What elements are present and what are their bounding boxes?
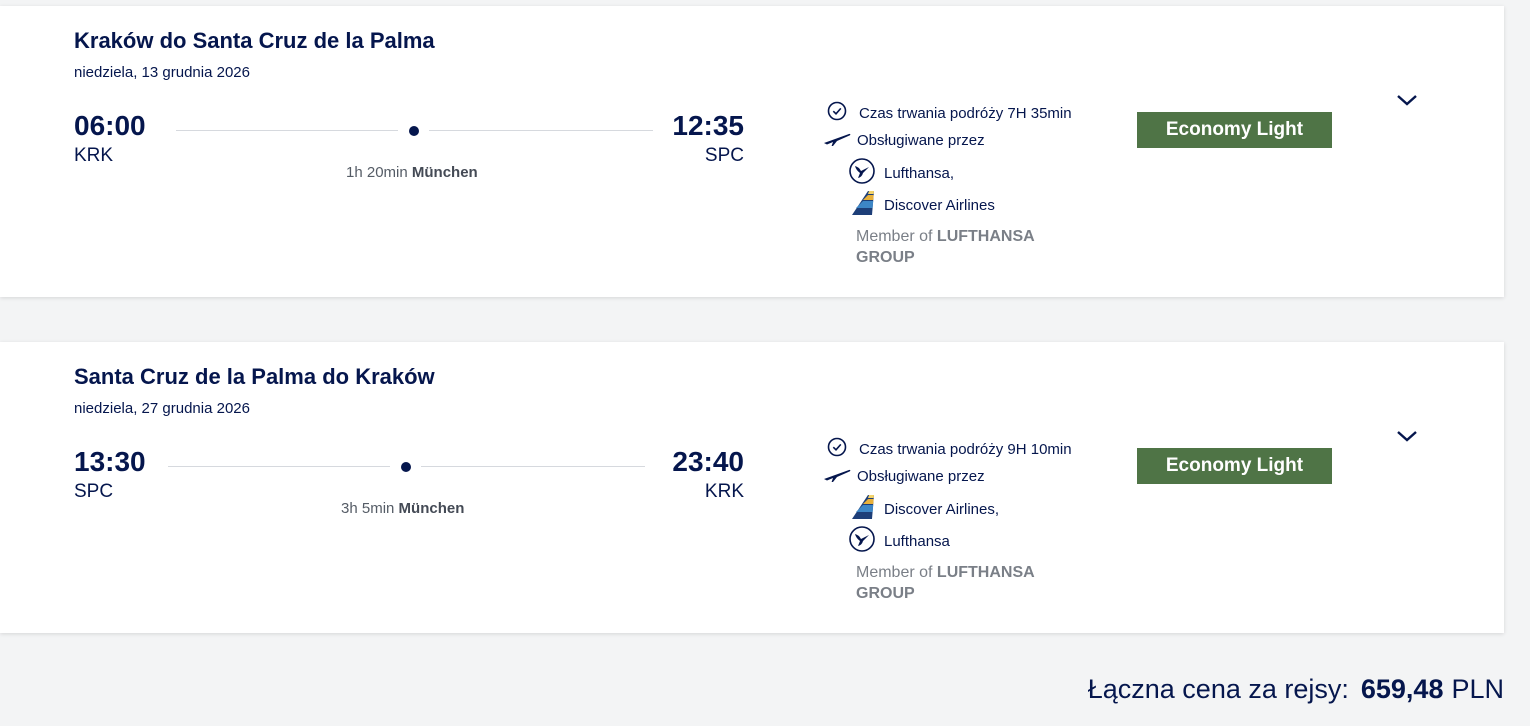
chevron-down-icon xyxy=(1397,431,1417,442)
airline-name: Discover Airlines xyxy=(884,196,995,214)
lufthansa-crane-logo xyxy=(848,525,876,557)
departure-airport-code: KRK xyxy=(74,145,114,166)
duration-row: Czas trwania podróży 7H 35min xyxy=(826,100,1072,126)
stopover-info: 3h 5min München xyxy=(341,500,464,517)
airline-name: Lufthansa xyxy=(884,532,950,550)
operated-by-label: Obsługiwane przez xyxy=(857,131,985,149)
duration-text: Czas trwania podróży 7H 35min xyxy=(859,104,1072,122)
route-line xyxy=(429,130,653,131)
flight-card-return: Santa Cruz de la Palma do Kraków niedzie… xyxy=(0,342,1504,633)
route-title: Santa Cruz de la Palma do Kraków xyxy=(74,364,435,389)
stopover-duration: 3h 5min xyxy=(341,500,395,517)
alliance-member: Member of LUFTHANSA GROUP xyxy=(856,226,1056,268)
route-title: Kraków do Santa Cruz de la Palma xyxy=(74,28,435,53)
arrival-time: 23:40 xyxy=(672,446,744,477)
stopover-dot xyxy=(409,126,419,136)
expand-button[interactable] xyxy=(1396,428,1418,444)
stopover-info: 1h 20min München xyxy=(346,164,478,181)
clock-check-icon xyxy=(826,100,848,126)
flight-card-outbound: Kraków do Santa Cruz de la Palma niedzie… xyxy=(0,6,1504,297)
departure-time: 13:30 xyxy=(74,446,146,477)
stopover-dot xyxy=(401,462,411,472)
route-date: niedziela, 27 grudnia 2026 xyxy=(74,400,250,417)
route-date: niedziela, 13 grudnia 2026 xyxy=(74,64,250,81)
airline-name: Discover Airlines, xyxy=(884,500,1000,518)
arrival-airport-code: KRK xyxy=(704,481,744,502)
discover-airlines-tail-logo xyxy=(848,493,876,525)
chevron-down-icon xyxy=(1397,95,1417,106)
airplane-icon xyxy=(823,465,851,487)
member-prefix: Member of xyxy=(856,228,933,245)
airline-name: Lufthansa, xyxy=(884,164,955,182)
duration-text: Czas trwania podróży 9H 10min xyxy=(859,440,1072,458)
operated-by-row: Obsługiwane przez xyxy=(823,129,985,151)
airline-item: Discover Airlines xyxy=(848,189,995,221)
airline-item: Discover Airlines, xyxy=(848,493,999,525)
route-line xyxy=(176,130,398,131)
alliance-member: Member of LUFTHANSA GROUP xyxy=(856,562,1056,604)
route-line xyxy=(168,466,390,467)
arrival-airport-code: SPC xyxy=(704,145,744,166)
stopover-city: München xyxy=(398,500,465,517)
airline-item: Lufthansa xyxy=(848,525,950,557)
fare-badge[interactable]: Economy Light xyxy=(1137,112,1332,148)
total-price: Łączna cena za rejsy: 659,48 PLN xyxy=(1088,674,1504,705)
departure-airport-code: SPC xyxy=(74,481,114,502)
lufthansa-crane-logo xyxy=(848,157,876,189)
clock-check-icon xyxy=(826,436,848,462)
operated-by-label: Obsługiwane przez xyxy=(857,467,985,485)
total-price-currency: PLN xyxy=(1451,674,1504,704)
airplane-icon xyxy=(823,129,851,151)
stopover-duration: 1h 20min xyxy=(346,164,408,181)
member-prefix: Member of xyxy=(856,564,933,581)
duration-row: Czas trwania podróży 9H 10min xyxy=(826,436,1072,462)
expand-button[interactable] xyxy=(1396,92,1418,108)
airline-item: Lufthansa, xyxy=(848,157,954,189)
stopover-city: München xyxy=(411,164,478,181)
arrival-time: 12:35 xyxy=(672,110,744,141)
operated-by-row: Obsługiwane przez xyxy=(823,465,985,487)
total-price-amount: 659,48 xyxy=(1360,674,1444,704)
total-price-label: Łączna cena za rejsy: xyxy=(1087,674,1349,704)
route-line xyxy=(421,466,645,467)
fare-badge[interactable]: Economy Light xyxy=(1137,448,1332,484)
departure-time: 06:00 xyxy=(74,110,146,141)
discover-airlines-tail-logo xyxy=(848,189,876,221)
